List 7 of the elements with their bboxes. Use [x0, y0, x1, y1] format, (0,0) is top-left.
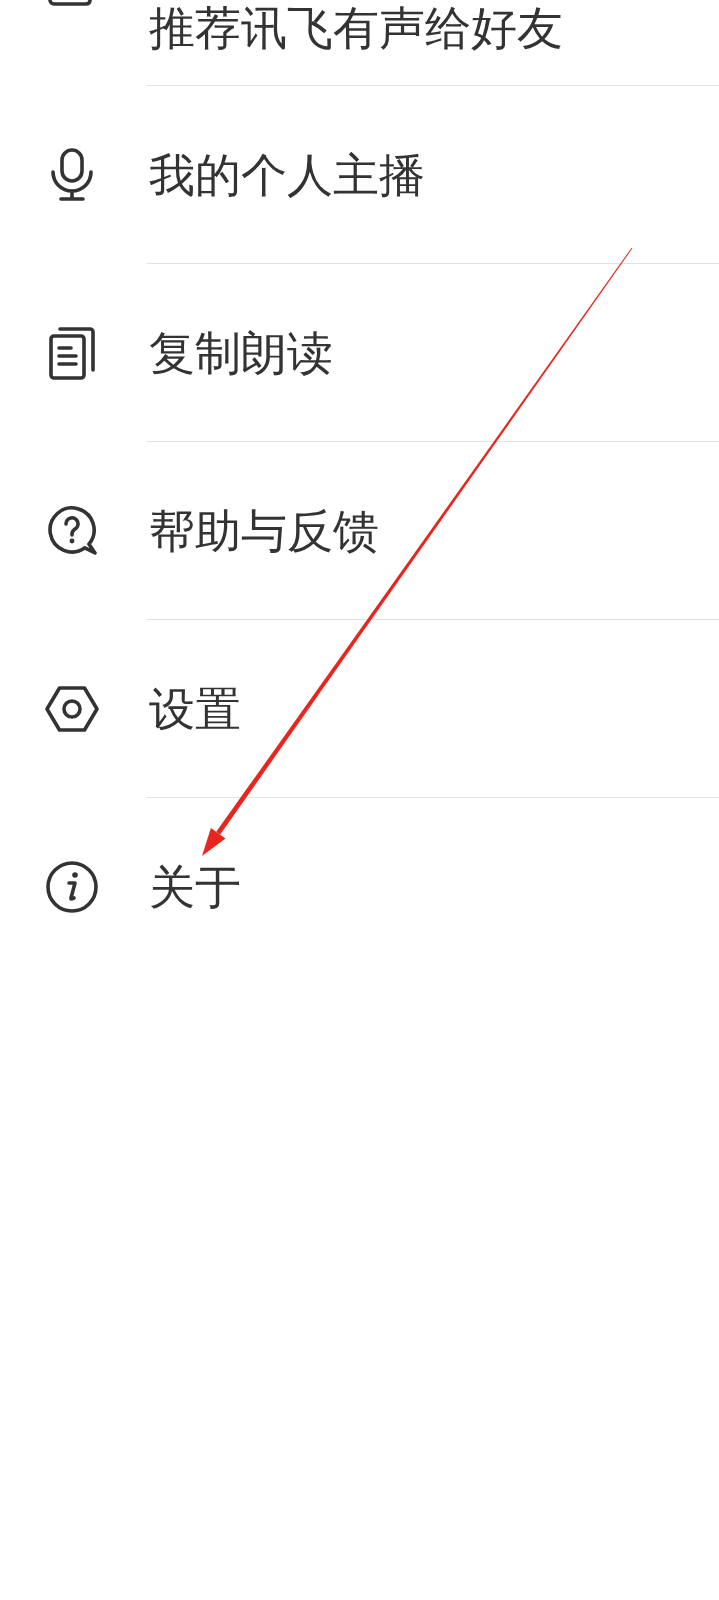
- menu-item[interactable]: 设置: [149, 680, 241, 737]
- info-icon: [44, 858, 100, 915]
- menu-item[interactable]: 推荐讯飞有声给好友: [149, 0, 563, 56]
- menu-item[interactable]: 复制朗读: [149, 324, 333, 381]
- menu-item[interactable]: 关于: [149, 858, 241, 915]
- menu-item[interactable]: 我的个人主播: [149, 146, 425, 203]
- menu-item[interactable]: 帮助与反馈: [149, 502, 379, 559]
